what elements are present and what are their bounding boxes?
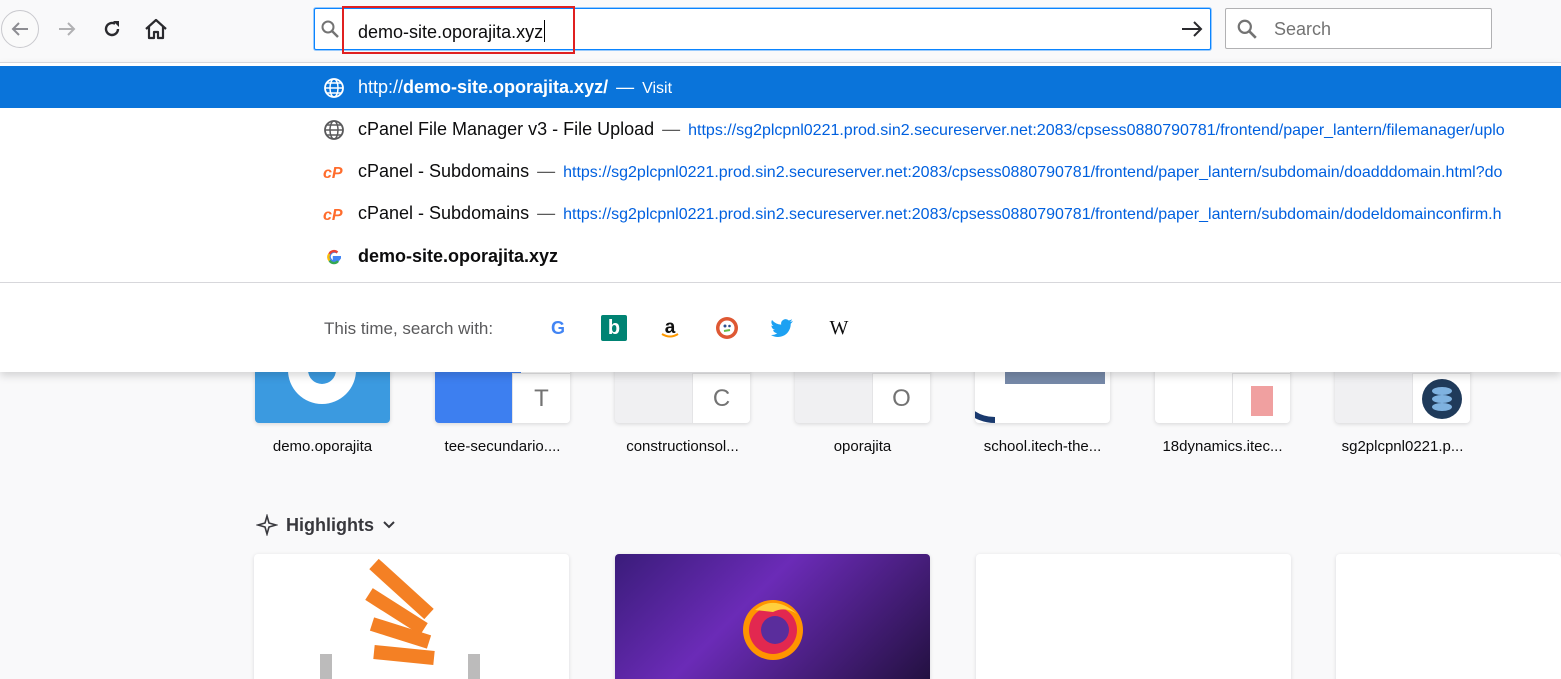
highlight-card[interactable] (976, 554, 1291, 679)
highlight-card[interactable] (254, 554, 569, 679)
twitter-engine-icon[interactable] (770, 315, 796, 341)
suggestion-row[interactable]: http://demo-site.oporajita.xyz/ — Visit (0, 66, 1561, 108)
cpanel-icon: cP (323, 207, 343, 224)
suggestion-action: Visit (642, 80, 673, 97)
database-icon (1422, 379, 1462, 419)
suggestion-title: cPanel - Subdomains (358, 161, 530, 181)
highlight-card[interactable] (615, 554, 930, 679)
google-engine-icon[interactable]: G (545, 315, 571, 341)
highlights-title: Highlights (286, 514, 374, 535)
search-icon (1237, 19, 1257, 39)
suggestion-title: demo-site.oporajita.xyz/ (403, 77, 609, 97)
oneoff-search-label: This time, search with: (324, 319, 494, 338)
suggestion-title: cPanel File Manager v3 - File Upload (358, 119, 655, 139)
amazon-smile-icon (661, 333, 679, 338)
topsite-letter: C (692, 373, 750, 423)
suggestion-title: cPanel - Subdomains (358, 203, 530, 223)
suggestion-row[interactable]: cP cPanel - Subdomains — https://sg2plcpnl… (0, 150, 1561, 192)
divider (0, 282, 1561, 283)
chevron-down-icon (383, 521, 395, 529)
highlights-section-header[interactable]: Highlights (256, 514, 396, 536)
back-button[interactable] (1, 10, 39, 48)
svg-text:cP: cP (323, 165, 343, 182)
url-input-value[interactable]: demo-site.oporajita.xyz (358, 20, 546, 43)
topsite-label: demo.oporajita (272, 438, 373, 455)
separator: — (616, 77, 635, 97)
topsite-label: school.itech-the... (983, 438, 1102, 455)
home-button[interactable] (137, 10, 175, 48)
search-bar[interactable] (1225, 8, 1492, 49)
suggestion-url: https://sg2plcpnl0221.prod.sin2.securese… (563, 164, 1503, 181)
topsite-label: sg2plcpnl0221.p... (1341, 438, 1464, 455)
duckduckgo-icon (716, 317, 738, 339)
suggestion-row[interactable]: cPanel File Manager v3 - File Upload — htt… (0, 108, 1561, 150)
wikipedia-engine-icon[interactable]: W (826, 315, 852, 341)
suggestion-url: https://sg2plcpnl0221.prod.sin2.securese… (563, 206, 1502, 223)
google-icon (327, 249, 341, 265)
reload-icon (104, 21, 120, 37)
home-icon (145, 18, 167, 40)
bing-engine-icon[interactable]: b (601, 315, 627, 341)
topsite-letter: T (512, 373, 570, 423)
browser-toolbar: demo-site.oporajita.xyz (0, 0, 1561, 62)
forward-arrow-icon (59, 22, 76, 36)
topsite-label: oporajita (833, 438, 892, 455)
amazon-engine-icon[interactable]: a (657, 315, 683, 341)
topsite-label: tee-secundario.... (444, 438, 561, 455)
firefox-logo-icon (743, 600, 803, 660)
separator: — (662, 119, 681, 139)
globe-icon (324, 120, 344, 140)
duckduckgo-engine-icon[interactable] (714, 315, 740, 341)
go-arrow-icon[interactable] (1180, 18, 1204, 40)
search-input[interactable] (1274, 17, 1474, 41)
topsite-label: 18dynamics.itec... (1162, 438, 1283, 455)
separator: — (537, 161, 556, 181)
highlight-card[interactable] (1336, 554, 1561, 679)
suggestion-row[interactable]: demo-site.oporajita.xyz (0, 235, 1561, 277)
topsite-letter: O (872, 373, 930, 423)
search-icon (321, 20, 339, 38)
sparkle-icon (256, 514, 278, 536)
svg-text:cP: cP (323, 207, 343, 224)
cpanel-icon: cP (323, 165, 343, 182)
globe-icon (324, 78, 344, 98)
address-bar[interactable]: demo-site.oporajita.xyz (314, 6, 1211, 54)
back-arrow-icon (11, 22, 28, 36)
suggestion-url: https://sg2plcpnl0221.prod.sin2.securese… (688, 122, 1505, 139)
reload-button[interactable] (93, 10, 131, 48)
url-suggestions-dropdown: http://demo-site.oporajita.xyz/ — Visit cP… (0, 62, 1561, 372)
suggestion-title: demo-site.oporajita.xyz (358, 246, 559, 266)
suggestion-row[interactable]: cP cPanel - Subdomains — https://sg2plcpnl… (0, 192, 1561, 234)
forward-button[interactable] (48, 10, 86, 48)
stackoverflow-logo-icon (320, 558, 480, 679)
topsite-label: constructionsol... (626, 438, 739, 455)
twitter-icon (771, 319, 793, 338)
separator: — (537, 203, 556, 223)
url-prefix: http:// (358, 77, 404, 97)
